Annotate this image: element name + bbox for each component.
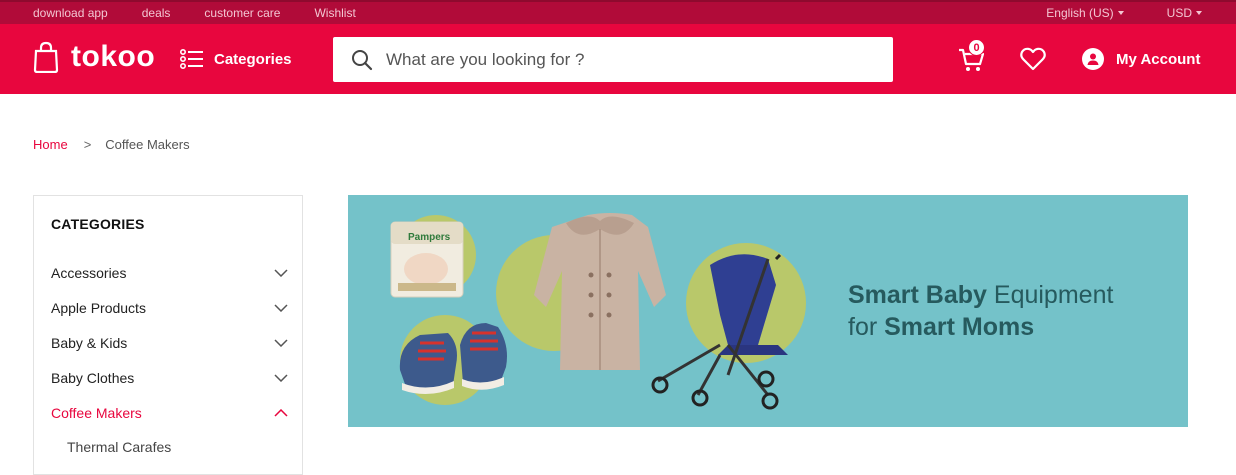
currency-selector[interactable]: USD <box>1167 6 1202 20</box>
language-selector[interactable]: English (US) <box>1046 6 1124 20</box>
sidebar-item-label: Coffee Makers <box>51 405 142 421</box>
currency-label: USD <box>1166 6 1192 20</box>
sidebar-item-accessories[interactable]: Accessories <box>51 265 288 281</box>
sidebar-item-baby-kids[interactable]: Baby & Kids <box>51 335 288 351</box>
sidebar-title: CATEGORIES <box>51 216 145 232</box>
caret-down-icon <box>1196 11 1202 15</box>
chevron-up-icon[interactable] <box>274 409 288 417</box>
sidebar-item-baby-clothes[interactable]: Baby Clothes <box>51 370 288 386</box>
banner-line-2: for Smart Moms <box>848 311 1113 343</box>
menu-list-icon <box>180 49 203 69</box>
sidebar-item-label: Baby & Kids <box>51 335 128 351</box>
download-app-link[interactable]: download app <box>33 6 108 20</box>
chevron-down-icon[interactable] <box>274 374 288 382</box>
banner-line-2-pre: for <box>848 313 885 341</box>
breadcrumb-home[interactable]: Home <box>33 137 68 152</box>
categories-button[interactable]: Categories <box>180 48 292 70</box>
search-icon[interactable] <box>351 49 373 71</box>
breadcrumb-separator: > <box>83 137 92 152</box>
categories-label: Categories <box>214 50 292 68</box>
language-label: English (US) <box>1046 6 1114 20</box>
logo[interactable]: tokoo <box>33 40 155 74</box>
sidebar-item-coffee-makers[interactable]: Coffee Makers <box>51 405 288 421</box>
cart-count-badge: 0 <box>968 39 985 56</box>
wishlist-link[interactable]: Wishlist <box>314 6 355 20</box>
wishlist-button[interactable] <box>1020 47 1046 76</box>
diaper-pack-image: Pampers <box>390 221 464 298</box>
user-icon <box>1082 48 1104 70</box>
search-input[interactable] <box>386 49 866 70</box>
main-header: tokoo Categories 0 <box>0 24 1236 94</box>
banner-line-2-bold: Smart Moms <box>884 313 1035 341</box>
sidebar-subitem-thermal-carafes[interactable]: Thermal Carafes <box>67 439 171 455</box>
promo-banner[interactable]: Pampers Smart Baby Equipment for Smart M… <box>348 195 1188 427</box>
sidebar-item-apple-products[interactable]: Apple Products <box>51 300 288 316</box>
categories-sidebar: CATEGORIES Accessories Apple Products Ba… <box>33 195 303 475</box>
caret-down-icon <box>1117 11 1124 15</box>
customer-care-link[interactable]: customer care <box>204 6 280 20</box>
banner-line-1-rest: Equipment <box>986 281 1114 309</box>
banner-line-1-bold: Smart Baby <box>848 281 987 309</box>
banner-line-1: Smart Baby Equipment <box>848 279 1113 311</box>
sidebar-item-label: Accessories <box>51 265 127 281</box>
logo-text: tokoo <box>71 40 156 73</box>
account-button[interactable]: My Account <box>1082 48 1200 70</box>
breadcrumb-current: Coffee Makers <box>105 137 190 152</box>
bag-icon <box>33 41 59 73</box>
deals-link[interactable]: deals <box>142 6 171 20</box>
chevron-down-icon[interactable] <box>274 304 288 312</box>
account-label: My Account <box>1116 50 1201 68</box>
top-links: download app deals customer care Wishlis… <box>33 6 390 20</box>
diaper-brand-text: Pampers <box>408 232 451 243</box>
cart-button[interactable]: 0 <box>958 39 985 77</box>
heart-icon <box>1020 47 1046 71</box>
search-bar <box>333 37 893 82</box>
banner-headline: Smart Baby Equipment for Smart Moms <box>848 279 1113 343</box>
sidebar-item-label: Baby Clothes <box>51 370 135 386</box>
top-bar: download app deals customer care Wishlis… <box>0 0 1236 24</box>
chevron-down-icon[interactable] <box>274 339 288 347</box>
sidebar-item-label: Apple Products <box>51 300 146 316</box>
breadcrumb: Home > Coffee Makers <box>33 137 190 152</box>
chevron-down-icon[interactable] <box>274 269 288 277</box>
